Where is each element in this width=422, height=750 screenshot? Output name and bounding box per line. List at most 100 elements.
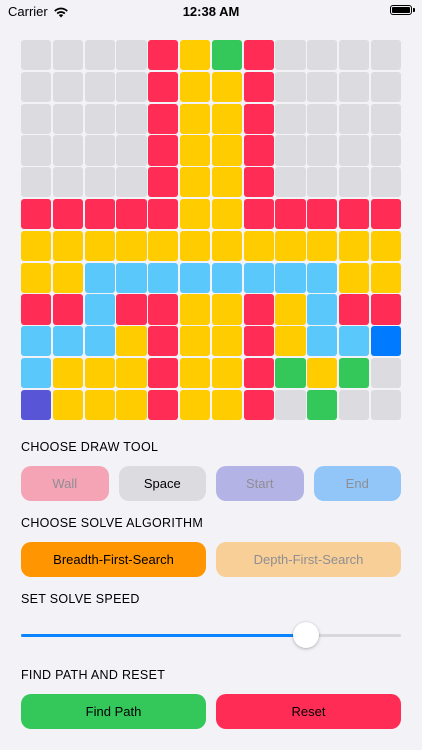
grid-cell[interactable] [275,230,306,261]
grid-cell[interactable] [211,40,242,71]
grid-cell[interactable] [370,71,401,102]
grid-cell[interactable] [211,326,242,357]
grid-cell[interactable] [339,294,370,325]
grid-cell[interactable] [180,199,211,230]
grid-cell[interactable] [211,294,242,325]
grid-cell[interactable] [339,40,370,71]
grid-cell[interactable] [307,389,338,420]
grid-cell[interactable] [211,358,242,389]
grid-cell[interactable] [84,358,115,389]
grid-cell[interactable] [275,40,306,71]
grid-cell[interactable] [211,167,242,198]
grid-cell[interactable] [211,71,242,102]
grid-cell[interactable] [21,40,52,71]
grid-cell[interactable] [84,199,115,230]
space-tool-button[interactable]: Space [118,466,206,501]
grid-cell[interactable] [52,40,83,71]
grid-cell[interactable] [243,199,274,230]
reset-button[interactable]: Reset [216,694,401,729]
grid-cell[interactable] [116,135,147,166]
grid-cell[interactable] [339,262,370,293]
grid-cell[interactable] [148,230,179,261]
grid-cell[interactable] [148,294,179,325]
grid-cell[interactable] [84,230,115,261]
grid-cell[interactable] [180,294,211,325]
grid-cell[interactable] [339,358,370,389]
grid-cell[interactable] [52,167,83,198]
grid-cell[interactable] [370,358,401,389]
grid-cell[interactable] [307,167,338,198]
grid-cell[interactable] [180,103,211,134]
grid-cell[interactable] [211,389,242,420]
grid-cell[interactable] [370,389,401,420]
grid-cell[interactable] [84,326,115,357]
grid-cell[interactable] [52,71,83,102]
grid-cell[interactable] [52,230,83,261]
grid-cell[interactable] [180,326,211,357]
grid-cell[interactable] [21,326,52,357]
grid-cell[interactable] [116,71,147,102]
slider-thumb[interactable] [293,622,319,648]
grid-cell[interactable] [148,135,179,166]
grid-cell[interactable] [370,262,401,293]
start-tool-button[interactable]: Start [216,466,304,501]
grid-cell[interactable] [180,262,211,293]
grid-cell[interactable] [52,358,83,389]
grid-cell[interactable] [307,294,338,325]
grid-cell[interactable] [370,326,401,357]
grid-cell[interactable] [21,71,52,102]
grid-cell[interactable] [84,40,115,71]
grid-cell[interactable] [370,167,401,198]
grid-cell[interactable] [275,135,306,166]
grid-cell[interactable] [275,294,306,325]
grid-cell[interactable] [52,262,83,293]
grid-cell[interactable] [339,103,370,134]
grid-cell[interactable] [243,167,274,198]
grid-cell[interactable] [339,167,370,198]
grid-cell[interactable] [211,135,242,166]
grid-cell[interactable] [307,71,338,102]
grid-cell[interactable] [307,103,338,134]
grid-cell[interactable] [180,135,211,166]
grid-cell[interactable] [370,230,401,261]
grid-cell[interactable] [243,358,274,389]
grid-cell[interactable] [275,358,306,389]
grid-cell[interactable] [180,230,211,261]
grid-cell[interactable] [148,326,179,357]
grid-cell[interactable] [275,326,306,357]
grid-cell[interactable] [116,167,147,198]
grid-cell[interactable] [275,199,306,230]
grid-cell[interactable] [180,389,211,420]
grid-cell[interactable] [370,135,401,166]
grid-cell[interactable] [148,389,179,420]
grid-cell[interactable] [52,389,83,420]
grid-cell[interactable] [243,294,274,325]
grid-cell[interactable] [84,71,115,102]
grid-cell[interactable] [148,262,179,293]
grid-cell[interactable] [52,294,83,325]
grid-cell[interactable] [211,262,242,293]
bfs-button[interactable]: Breadth-First-Search [21,542,206,577]
grid-cell[interactable] [116,389,147,420]
grid-cell[interactable] [148,71,179,102]
grid-cell[interactable] [21,199,52,230]
grid-cell[interactable] [243,389,274,420]
grid-cell[interactable] [243,262,274,293]
grid-cell[interactable] [307,326,338,357]
grid-cell[interactable] [370,199,401,230]
grid-cell[interactable] [116,40,147,71]
grid-cell[interactable] [370,103,401,134]
grid-cell[interactable] [211,230,242,261]
speed-slider[interactable] [21,622,401,648]
grid-cell[interactable] [52,199,83,230]
grid-cell[interactable] [275,71,306,102]
grid-cell[interactable] [307,135,338,166]
grid-cell[interactable] [21,262,52,293]
grid-cell[interactable] [116,199,147,230]
grid-cell[interactable] [243,230,274,261]
grid-cell[interactable] [21,167,52,198]
grid-cell[interactable] [211,103,242,134]
grid-cell[interactable] [243,135,274,166]
grid-cell[interactable] [21,358,52,389]
grid-cell[interactable] [116,230,147,261]
